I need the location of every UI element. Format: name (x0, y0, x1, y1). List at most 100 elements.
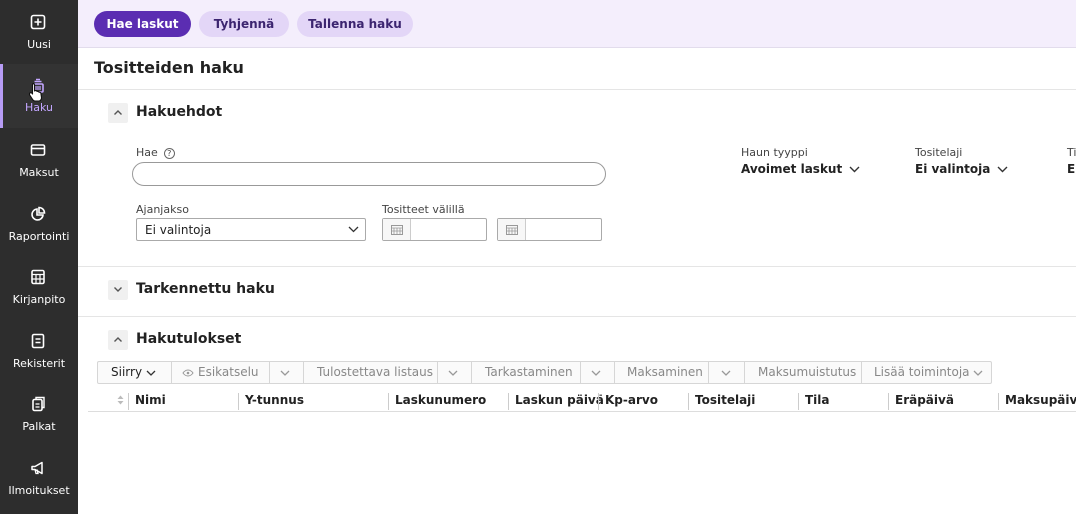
chevron-down-icon (114, 287, 122, 292)
calendar-button[interactable] (383, 219, 411, 240)
chevron-down-icon (348, 226, 359, 233)
doc-type-label: Tositelaji (915, 146, 963, 159)
date-from-input[interactable] (382, 218, 487, 241)
column-divider (388, 393, 389, 410)
cut-off-label: Ti (1067, 146, 1076, 159)
search-type-value: Avoimet laskut (741, 162, 843, 176)
move-label: Siirry (111, 365, 143, 379)
column-header-doc-type[interactable]: Tositelaji (695, 393, 755, 407)
sidebar-item-label: Raportointi (8, 230, 70, 243)
search-type-label: Haun tyyppi (741, 146, 808, 159)
preview-button[interactable]: Esikatselu (182, 362, 259, 383)
search-type-dropdown[interactable]: Avoimet laskut (741, 162, 860, 176)
divider (437, 362, 438, 383)
divider (471, 362, 472, 383)
wage-icon (32, 396, 45, 412)
more-actions-menu[interactable]: Lisää toimintoja (874, 362, 983, 383)
sidebar-item-label: Palkat (22, 420, 56, 433)
divider (303, 362, 304, 383)
sidebar-item-raportointi[interactable]: Raportointi (0, 192, 78, 252)
sidebar-item-label: Kirjanpito (12, 293, 66, 306)
reminder-button[interactable]: Maksumuistutus (758, 362, 856, 383)
column-header-business-id[interactable]: Y-tunnus (245, 393, 304, 407)
sidebar-item-label: Maksut (19, 166, 59, 179)
help-icon[interactable]: ? (163, 147, 175, 159)
search-input[interactable] (132, 162, 606, 186)
save-search-button[interactable]: Tallenna haku (297, 11, 413, 37)
column-header-due-date[interactable]: Eräpäivä (895, 393, 954, 407)
chevron-down-icon (849, 166, 860, 173)
advanced-expand-toggle[interactable] (108, 280, 128, 300)
sidebar-item-kirjanpito[interactable]: Kirjanpito (0, 255, 78, 315)
move-menu[interactable]: Siirry (111, 362, 156, 383)
plus-square-icon (30, 14, 46, 30)
search-invoices-button[interactable]: Hae laskut (94, 11, 191, 37)
sidebar-item-uusi[interactable]: Uusi (0, 0, 78, 60)
results-collapse-toggle[interactable] (108, 330, 128, 350)
sidebar-item-palkat[interactable]: Palkat (0, 382, 78, 442)
print-list-dropdown[interactable] (448, 362, 458, 383)
cut-off-dropdown[interactable]: Ei (1067, 162, 1076, 176)
doc-type-dropdown[interactable]: Ei valintoja (915, 162, 1008, 176)
payment-button[interactable]: Maksaminen (627, 362, 703, 383)
column-header-invoice-number[interactable]: Laskunumero (395, 393, 486, 407)
chevron-down-icon (721, 370, 731, 376)
chevron-down-icon (997, 166, 1008, 173)
advanced-section-title: Tarkennettu haku (136, 281, 275, 297)
sidebar-item-ilmoitukset[interactable]: Ilmoitukset (0, 446, 78, 506)
review-button[interactable]: Tarkastaminen (485, 362, 573, 383)
date-to-input[interactable] (497, 218, 602, 241)
divider (861, 362, 862, 383)
criteria-collapse-toggle[interactable] (108, 103, 128, 123)
chevron-up-icon (114, 110, 122, 115)
divider (171, 362, 172, 383)
table-header-border (88, 411, 1076, 412)
chevron-down-icon (280, 370, 290, 376)
calendar-icon (391, 225, 403, 235)
column-divider (598, 393, 599, 410)
sidebar-item-rekisterit[interactable]: Rekisterit (0, 319, 78, 379)
divider (78, 316, 1076, 317)
card-icon (30, 144, 46, 156)
review-dropdown[interactable] (591, 362, 601, 383)
divider (614, 362, 615, 383)
calendar-button[interactable] (498, 219, 526, 240)
register-icon (31, 333, 45, 349)
chevron-down-icon (973, 370, 983, 376)
column-header-kp-value[interactable]: Kp-arvo (605, 393, 658, 407)
action-toolbar: Hae laskut Tyhjennä Tallenna haku (78, 0, 1076, 48)
hand-cursor-icon (28, 82, 43, 102)
calendar-icon (506, 225, 518, 235)
divider (708, 362, 709, 383)
megaphone-icon (31, 461, 43, 475)
period-label: Ajanjakso (136, 203, 189, 216)
divider (78, 89, 1076, 90)
sidebar-item-label: Rekisterit (12, 357, 66, 370)
chevron-up-icon (114, 337, 122, 342)
preview-dropdown[interactable] (280, 362, 290, 383)
sidebar-item-maksut[interactable]: Maksut (0, 128, 78, 188)
pie-chart-icon (31, 206, 46, 221)
sidebar-item-label: Ilmoitukset (8, 484, 70, 497)
column-header-status[interactable]: Tila (805, 393, 830, 407)
column-header-name[interactable]: Nimi (135, 393, 166, 407)
sidebar-item-label: Uusi (27, 38, 51, 51)
divider (744, 362, 745, 383)
column-header-invoice-date[interactable]: Laskun päivä (515, 393, 604, 407)
calculator-icon (31, 269, 45, 285)
column-header-payment-date[interactable]: Maksupäivä (1005, 393, 1076, 407)
column-divider (128, 393, 129, 410)
clear-button[interactable]: Tyhjennä (199, 11, 289, 37)
preview-label: Esikatselu (198, 365, 259, 379)
date-range-label: Tositteet välillä (382, 203, 465, 216)
print-list-button[interactable]: Tulostettava listaus (317, 362, 433, 383)
column-divider (688, 393, 689, 410)
payment-dropdown[interactable] (721, 362, 731, 383)
divider (580, 362, 581, 383)
sort-icon[interactable] (117, 395, 124, 405)
sidebar: Uusi Haku Maksut Raportointi Kirjanpito … (0, 0, 78, 514)
column-divider (798, 393, 799, 410)
chevron-down-icon (448, 370, 458, 376)
period-select[interactable]: Ei valintoja (136, 218, 366, 241)
divider (269, 362, 270, 383)
